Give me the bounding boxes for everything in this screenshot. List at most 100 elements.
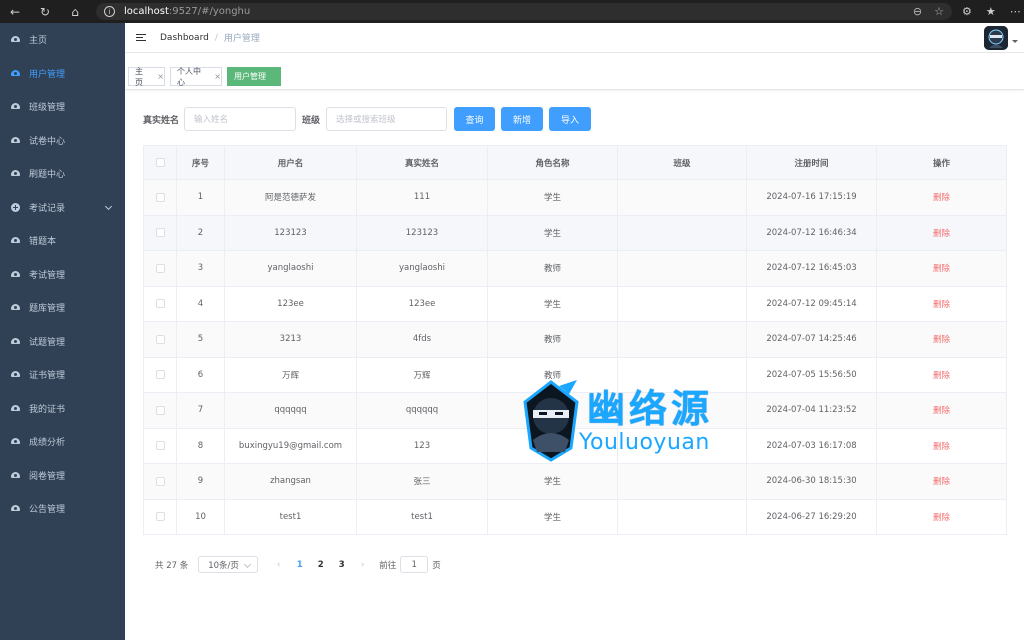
query-button[interactable]: 查询 bbox=[454, 107, 495, 131]
cell-role: 教师 bbox=[488, 322, 618, 357]
reload-icon[interactable]: ↻ bbox=[38, 5, 52, 19]
row-checkbox[interactable] bbox=[155, 228, 165, 238]
tag-2[interactable]: 用户管理 bbox=[227, 67, 281, 86]
sidebar-item-11[interactable]: 我的证书 bbox=[0, 392, 125, 426]
table-row[interactable]: 5 3213 4fds 教师 2024-07-07 14:25:46 删除 bbox=[144, 322, 1006, 358]
table-row[interactable]: 4 123ee 123ee 学生 2024-07-12 09:45:14 删除 bbox=[144, 286, 1006, 322]
dashboard-icon bbox=[11, 504, 20, 513]
tag-0[interactable]: 主页 × bbox=[128, 67, 165, 87]
delete-link[interactable]: 删除 bbox=[877, 429, 1006, 464]
navbar: Dashboard / 用户管理 bbox=[125, 23, 1024, 53]
sidebar-item-2[interactable]: 班级管理 bbox=[0, 90, 125, 124]
cell-realname: qqqqqq bbox=[357, 393, 488, 428]
sidebar-item-8[interactable]: 题库管理 bbox=[0, 291, 125, 325]
cell-realname: 张三 bbox=[357, 464, 488, 499]
delete-link[interactable]: 删除 bbox=[877, 358, 1006, 393]
site-info-icon[interactable]: i bbox=[104, 6, 115, 17]
cell-time: 2024-07-07 14:25:46 bbox=[747, 322, 877, 357]
zoom-icon[interactable]: ⊖ bbox=[913, 5, 922, 18]
cell-class bbox=[618, 215, 747, 250]
cell-no: 2 bbox=[177, 215, 225, 250]
delete-link[interactable]: 删除 bbox=[877, 287, 1006, 322]
delete-link[interactable]: 删除 bbox=[877, 216, 1006, 251]
breadcrumb-dashboard[interactable]: Dashboard bbox=[160, 33, 209, 43]
checkbox-cell bbox=[144, 393, 177, 428]
hamburger-icon[interactable] bbox=[136, 33, 146, 42]
realname-input[interactable]: 输入姓名 bbox=[184, 107, 296, 131]
delete-link[interactable]: 删除 bbox=[877, 393, 1006, 428]
close-icon[interactable]: × bbox=[157, 72, 164, 81]
cell-no: 5 bbox=[177, 322, 225, 357]
checkbox-cell bbox=[144, 251, 177, 286]
page-number[interactable]: 2 bbox=[310, 560, 331, 570]
next-page-icon[interactable]: › bbox=[352, 560, 373, 570]
cell-class bbox=[618, 251, 747, 286]
table-row[interactable]: 2 123123 123123 学生 2024-07-12 16:46:34 删除 bbox=[144, 215, 1006, 251]
sidebar-item-12[interactable]: 成绩分析 bbox=[0, 425, 125, 459]
table-row[interactable]: 1 阿是范德萨发 111 学生 2024-07-16 17:15:19 删除 bbox=[144, 180, 1006, 216]
url-path: :9527/#/yonghu bbox=[168, 6, 251, 17]
page-number[interactable]: 3 bbox=[331, 560, 352, 570]
page-size-select[interactable]: 10条/页 bbox=[198, 556, 259, 573]
header-cell: 角色名称 bbox=[488, 146, 618, 179]
sidebar-item-1[interactable]: 用户管理 bbox=[0, 57, 125, 91]
class-select[interactable]: 选择或搜索班级 bbox=[326, 107, 447, 131]
extensions-icon[interactable]: ⚙ bbox=[962, 5, 972, 18]
sidebar-item-label: 主页 bbox=[29, 36, 48, 47]
row-checkbox[interactable] bbox=[155, 370, 165, 380]
sidebar-item-6[interactable]: 错题本 bbox=[0, 224, 125, 258]
avatar[interactable] bbox=[984, 26, 1008, 50]
row-checkbox[interactable] bbox=[155, 405, 165, 415]
checkbox-cell bbox=[144, 322, 177, 357]
row-checkbox[interactable] bbox=[155, 299, 165, 309]
cell-time: 2024-06-27 16:29:20 bbox=[747, 499, 877, 534]
sidebar-item-4[interactable]: 刷题中心 bbox=[0, 157, 125, 191]
row-checkbox[interactable] bbox=[155, 441, 165, 451]
sidebar-item-9[interactable]: 试题管理 bbox=[0, 325, 125, 359]
table-row[interactable]: 10 test1 test1 学生 2024-06-27 16:29:20 删除 bbox=[144, 499, 1006, 535]
back-icon[interactable]: ← bbox=[8, 5, 22, 19]
more-icon[interactable]: ⋯ bbox=[1010, 5, 1021, 18]
delete-link[interactable]: 删除 bbox=[877, 251, 1006, 286]
row-checkbox[interactable] bbox=[155, 512, 165, 522]
close-icon[interactable]: × bbox=[214, 72, 221, 81]
row-checkbox[interactable] bbox=[155, 334, 165, 344]
sidebar-item-0[interactable]: 主页 bbox=[0, 23, 125, 57]
cell-time: 2024-07-05 15:56:50 bbox=[747, 357, 877, 392]
sidebar-item-3[interactable]: 试卷中心 bbox=[0, 124, 125, 158]
sidebar-item-5[interactable]: 考试记录 bbox=[0, 191, 125, 225]
tag-1[interactable]: 个人中心 × bbox=[170, 66, 222, 87]
delete-link[interactable]: 删除 bbox=[877, 500, 1006, 535]
import-button[interactable]: 导入 bbox=[549, 107, 591, 131]
cell-username: yanglaoshi bbox=[225, 251, 357, 286]
caret-down-icon[interactable] bbox=[1012, 40, 1018, 43]
prev-page-icon[interactable]: ‹ bbox=[268, 560, 289, 570]
select-all-checkbox[interactable] bbox=[155, 158, 165, 167]
sidebar-item-label: 阅卷管理 bbox=[29, 471, 66, 482]
row-checkbox[interactable] bbox=[155, 476, 165, 486]
realname-label: 真实姓名 bbox=[143, 116, 180, 126]
cell-time: 2024-07-12 16:46:34 bbox=[747, 215, 877, 250]
bookmark-star-icon[interactable]: ☆ bbox=[934, 5, 944, 18]
page-number[interactable]: 1 bbox=[289, 560, 310, 570]
table-row[interactable]: 3 yanglaoshi yanglaoshi 教师 2024-07-12 16:45:… bbox=[144, 251, 1006, 287]
home-icon[interactable]: ⌂ bbox=[68, 5, 82, 19]
sidebar-item-7[interactable]: 考试管理 bbox=[0, 258, 125, 292]
row-checkbox[interactable] bbox=[155, 263, 165, 273]
add-button[interactable]: 新增 bbox=[501, 107, 543, 131]
cell-time: 2024-07-12 09:45:14 bbox=[747, 286, 877, 321]
sidebar-item-14[interactable]: 公告管理 bbox=[0, 492, 125, 526]
cell-username: buxingyu19@gmail.com bbox=[225, 428, 357, 463]
goto-page-input[interactable]: 1 bbox=[400, 556, 429, 573]
row-checkbox[interactable] bbox=[155, 192, 165, 202]
sidebar-item-10[interactable]: 证书管理 bbox=[0, 358, 125, 392]
delete-link[interactable]: 删除 bbox=[877, 322, 1006, 357]
favorites-icon[interactable]: ★ bbox=[986, 5, 996, 18]
delete-link[interactable]: 删除 bbox=[877, 464, 1006, 499]
tag-label: 个人中心 bbox=[177, 66, 201, 87]
delete-link[interactable]: 删除 bbox=[877, 180, 1006, 215]
cell-no: 7 bbox=[177, 393, 225, 428]
sidebar-item-13[interactable]: 阅卷管理 bbox=[0, 459, 125, 493]
table-row[interactable]: 9 zhangsan 张三 学生 2024-06-30 18:15:30 删除 bbox=[144, 464, 1006, 500]
address-bar[interactable]: i localhost:9527/#/yonghu ⊖ ☆ bbox=[96, 3, 952, 20]
